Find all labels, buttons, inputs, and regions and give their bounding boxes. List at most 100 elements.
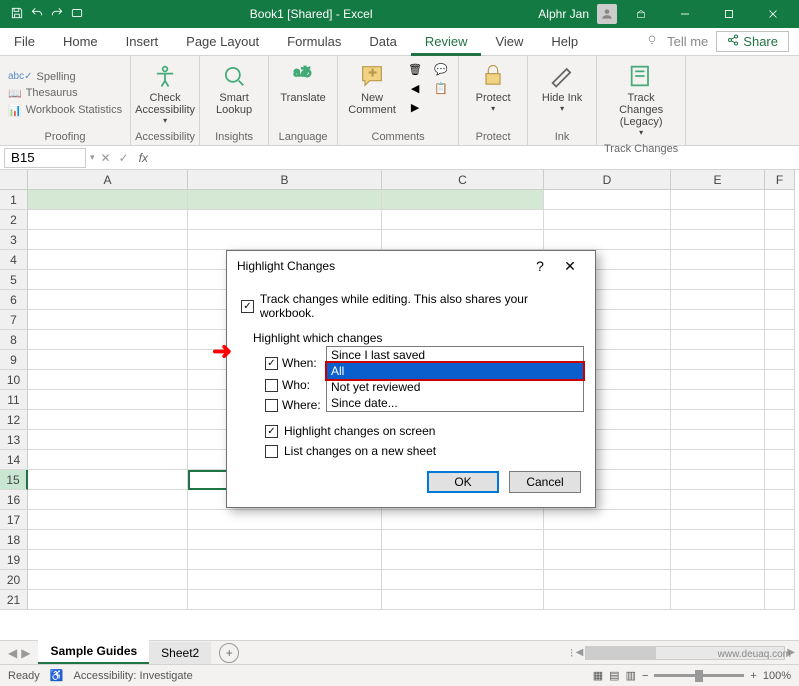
dropdown-option[interactable]: Since I last saved <box>327 347 583 363</box>
cell[interactable] <box>765 250 795 270</box>
close-icon[interactable] <box>753 0 793 28</box>
help-button[interactable]: ? <box>525 258 555 274</box>
cell[interactable] <box>188 510 382 530</box>
tab-pagelayout[interactable]: Page Layout <box>172 28 273 56</box>
cell[interactable] <box>671 230 765 250</box>
row-header[interactable]: 13 <box>0 430 28 450</box>
close-button[interactable]: ✕ <box>555 258 585 275</box>
cell[interactable] <box>544 590 671 610</box>
cell[interactable] <box>382 190 544 210</box>
cell[interactable] <box>765 330 795 350</box>
row-header[interactable]: 9 <box>0 350 28 370</box>
zoom-level[interactable]: 100% <box>763 670 791 682</box>
cell[interactable] <box>671 490 765 510</box>
thesaurus-button[interactable]: 📖Thesaurus <box>4 85 82 102</box>
cell[interactable] <box>765 450 795 470</box>
column-header[interactable]: F <box>765 170 795 190</box>
cell[interactable] <box>382 510 544 530</box>
track-changes-checkbox[interactable] <box>241 300 254 313</box>
tab-data[interactable]: Data <box>355 28 410 56</box>
next-comment-icon[interactable]: ▶ <box>406 98 424 116</box>
cell[interactable] <box>188 550 382 570</box>
cell[interactable] <box>28 490 188 510</box>
cell[interactable] <box>188 590 382 610</box>
cell[interactable] <box>28 450 188 470</box>
smart-lookup-button[interactable]: Smart Lookup <box>204 58 264 120</box>
cell[interactable] <box>671 450 765 470</box>
cell[interactable] <box>671 470 765 490</box>
cell[interactable] <box>765 190 795 210</box>
cell[interactable] <box>765 390 795 410</box>
where-checkbox[interactable] <box>265 399 278 412</box>
minimize-icon[interactable] <box>665 0 705 28</box>
row-header[interactable]: 16 <box>0 490 28 510</box>
cell[interactable] <box>28 510 188 530</box>
row-header[interactable]: 7 <box>0 310 28 330</box>
cell[interactable] <box>28 350 188 370</box>
zoom-in-button[interactable]: + <box>750 670 756 682</box>
cell[interactable] <box>765 410 795 430</box>
cell[interactable] <box>671 190 765 210</box>
cell[interactable] <box>765 590 795 610</box>
select-all-button[interactable] <box>0 170 28 190</box>
cell[interactable] <box>671 430 765 450</box>
tab-review[interactable]: Review <box>411 28 482 56</box>
cell[interactable] <box>188 210 382 230</box>
cell[interactable] <box>671 390 765 410</box>
cell[interactable] <box>188 530 382 550</box>
maximize-icon[interactable] <box>709 0 749 28</box>
cell[interactable] <box>671 310 765 330</box>
list-new-sheet-checkbox[interactable] <box>265 445 278 458</box>
cell[interactable] <box>671 510 765 530</box>
cell[interactable] <box>765 230 795 250</box>
when-checkbox[interactable] <box>265 357 278 370</box>
row-header[interactable]: 8 <box>0 330 28 350</box>
row-header[interactable]: 10 <box>0 370 28 390</box>
cell[interactable] <box>765 510 795 530</box>
delete-comment-icon[interactable]: 🗑 <box>406 60 424 78</box>
prev-comment-icon[interactable]: ◀ <box>406 79 424 97</box>
row-header[interactable]: 5 <box>0 270 28 290</box>
cell[interactable] <box>671 350 765 370</box>
accessibility-status[interactable]: Accessibility: Investigate <box>74 670 193 682</box>
cell[interactable] <box>28 390 188 410</box>
row-header[interactable]: 18 <box>0 530 28 550</box>
cell[interactable] <box>28 290 188 310</box>
column-header[interactable]: A <box>28 170 188 190</box>
sheet-tab-sample[interactable]: Sample Guides <box>38 640 149 665</box>
name-box[interactable] <box>4 148 86 168</box>
cell[interactable] <box>382 530 544 550</box>
touch-icon[interactable] <box>70 6 84 23</box>
cell[interactable] <box>28 590 188 610</box>
row-header[interactable]: 21 <box>0 590 28 610</box>
row-header[interactable]: 12 <box>0 410 28 430</box>
cell[interactable] <box>28 210 188 230</box>
cell[interactable] <box>544 230 671 250</box>
tab-insert[interactable]: Insert <box>112 28 173 56</box>
cell[interactable] <box>765 550 795 570</box>
cell[interactable] <box>382 570 544 590</box>
cell[interactable] <box>765 470 795 490</box>
cell[interactable] <box>28 270 188 290</box>
new-comment-button[interactable]: +New Comment <box>342 58 402 120</box>
cell[interactable] <box>28 230 188 250</box>
share-button[interactable]: Share <box>716 31 789 52</box>
tab-file[interactable]: File <box>0 28 49 56</box>
tab-help[interactable]: Help <box>537 28 592 56</box>
column-header[interactable]: E <box>671 170 765 190</box>
cell[interactable] <box>382 230 544 250</box>
cell[interactable] <box>544 570 671 590</box>
cell[interactable] <box>188 570 382 590</box>
protect-button[interactable]: Protect▾ <box>463 58 523 117</box>
dropdown-option[interactable]: Not yet reviewed <box>327 379 583 395</box>
column-header[interactable]: D <box>544 170 671 190</box>
cell[interactable] <box>544 530 671 550</box>
cell[interactable] <box>671 570 765 590</box>
prev-sheet-icon[interactable]: ◀ <box>8 646 17 660</box>
check-accessibility-button[interactable]: Check Accessibility▾ <box>135 58 195 129</box>
avatar[interactable] <box>597 4 617 24</box>
tellme-input[interactable]: Tell me <box>667 34 708 49</box>
cell[interactable] <box>671 550 765 570</box>
column-header[interactable]: C <box>382 170 544 190</box>
tab-home[interactable]: Home <box>49 28 112 56</box>
